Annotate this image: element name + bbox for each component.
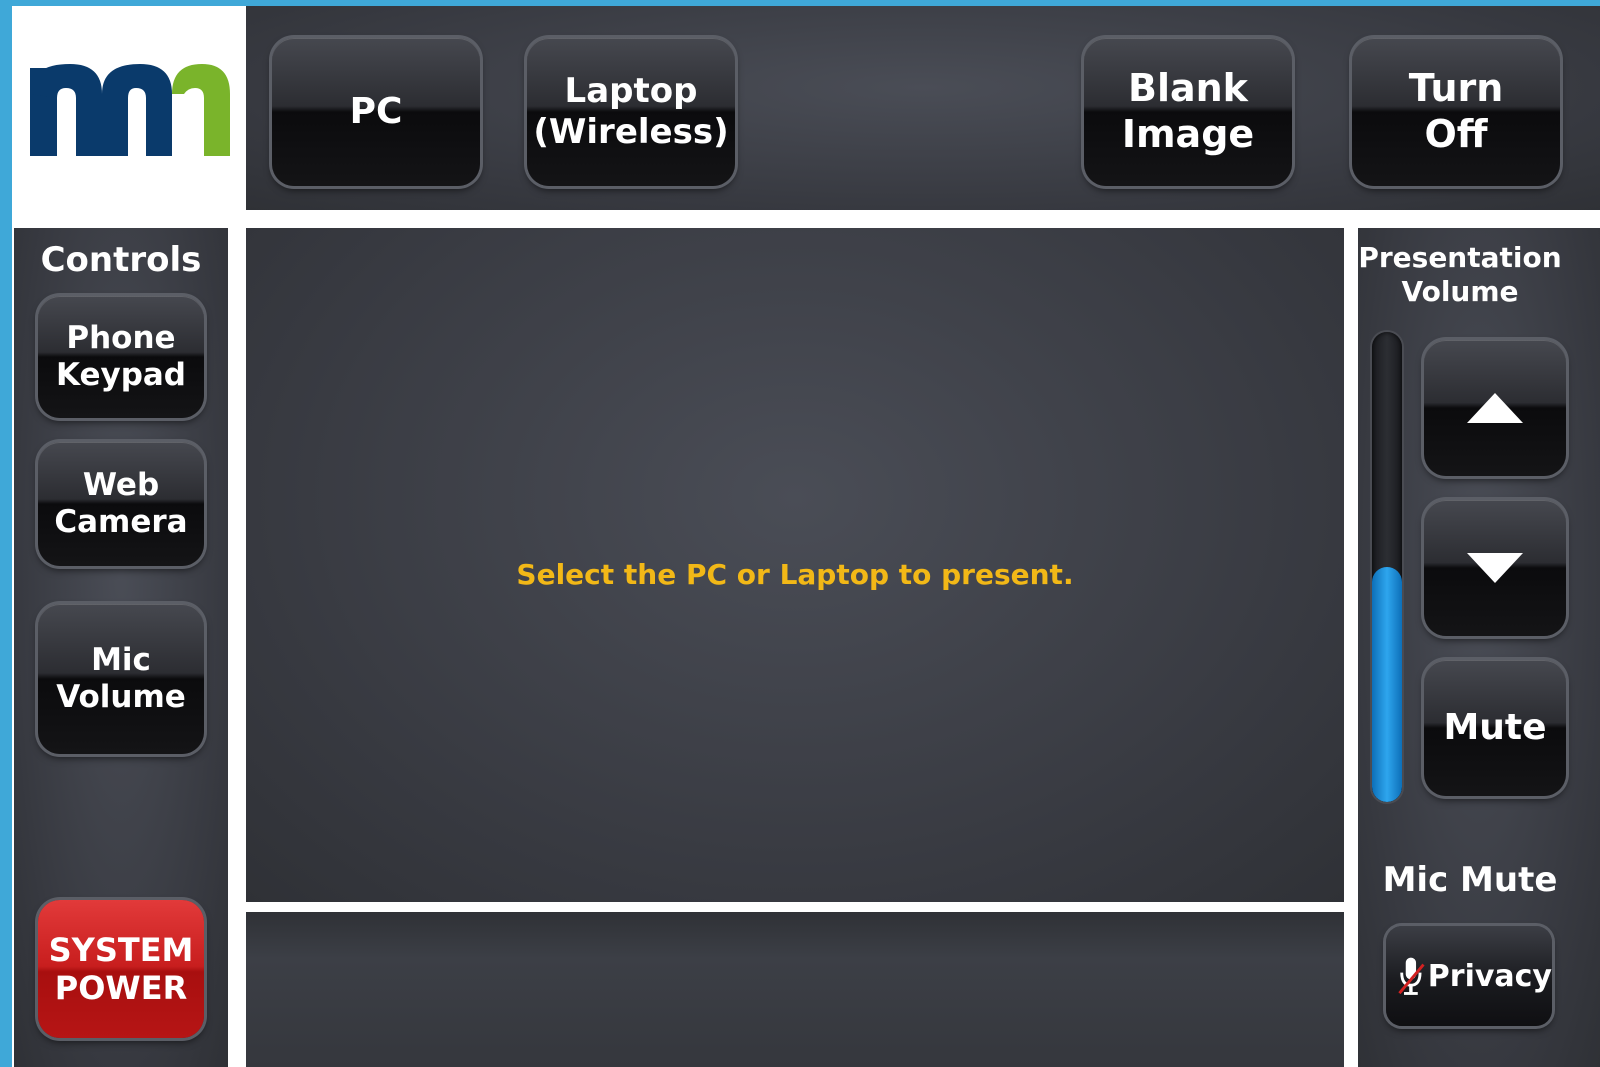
logo-area (12, 6, 244, 226)
select-source-prompt: Select the PC or Laptop to present. (516, 558, 1074, 591)
muted-microphone-icon (1398, 957, 1425, 995)
pc-button-label: PC (349, 91, 403, 133)
mic-mute-heading: Mic Mute (1382, 860, 1558, 900)
turn-off-label: Turn Off (1408, 66, 1504, 156)
volume-down-button[interactable] (1424, 500, 1566, 636)
phone-keypad-button[interactable]: Phone Keypad (38, 296, 204, 418)
turn-off-button[interactable]: Turn Off (1352, 38, 1560, 186)
volume-up-button[interactable] (1424, 340, 1566, 476)
bottom-bar (246, 912, 1344, 1067)
triangle-down-icon (1467, 553, 1523, 583)
triangle-up-icon (1467, 393, 1523, 423)
presentation-volume-heading: Presentation Volume (1358, 241, 1562, 308)
mic-volume-button[interactable]: Mic Volume (38, 604, 204, 754)
system-power-label: SYSTEM POWER (48, 930, 194, 1007)
system-power-button[interactable]: SYSTEM POWER (38, 900, 204, 1038)
privacy-button[interactable]: Privacy (1386, 926, 1552, 1026)
pc-button[interactable]: PC (272, 38, 480, 186)
mic-volume-label: Mic Volume (56, 641, 186, 715)
controls-heading: Controls (40, 240, 202, 280)
laptop-wireless-button[interactable]: Laptop (Wireless) (527, 38, 735, 186)
volume-slider[interactable] (1372, 332, 1402, 802)
privacy-label: Privacy (1427, 958, 1552, 994)
volume-slider-fill (1372, 567, 1402, 802)
mute-label: Mute (1443, 707, 1547, 749)
laptop-button-label: Laptop (Wireless) (533, 71, 729, 152)
phone-keypad-label: Phone Keypad (55, 319, 186, 393)
blank-image-label: Blank Image (1121, 66, 1255, 156)
blank-image-button[interactable]: Blank Image (1084, 38, 1292, 186)
web-camera-label: Web Camera (54, 466, 188, 540)
web-camera-button[interactable]: Web Camera (38, 442, 204, 566)
main-display-area: Select the PC or Laptop to present. (246, 228, 1344, 902)
mn-logo (30, 64, 230, 156)
mute-button[interactable]: Mute (1424, 660, 1566, 796)
